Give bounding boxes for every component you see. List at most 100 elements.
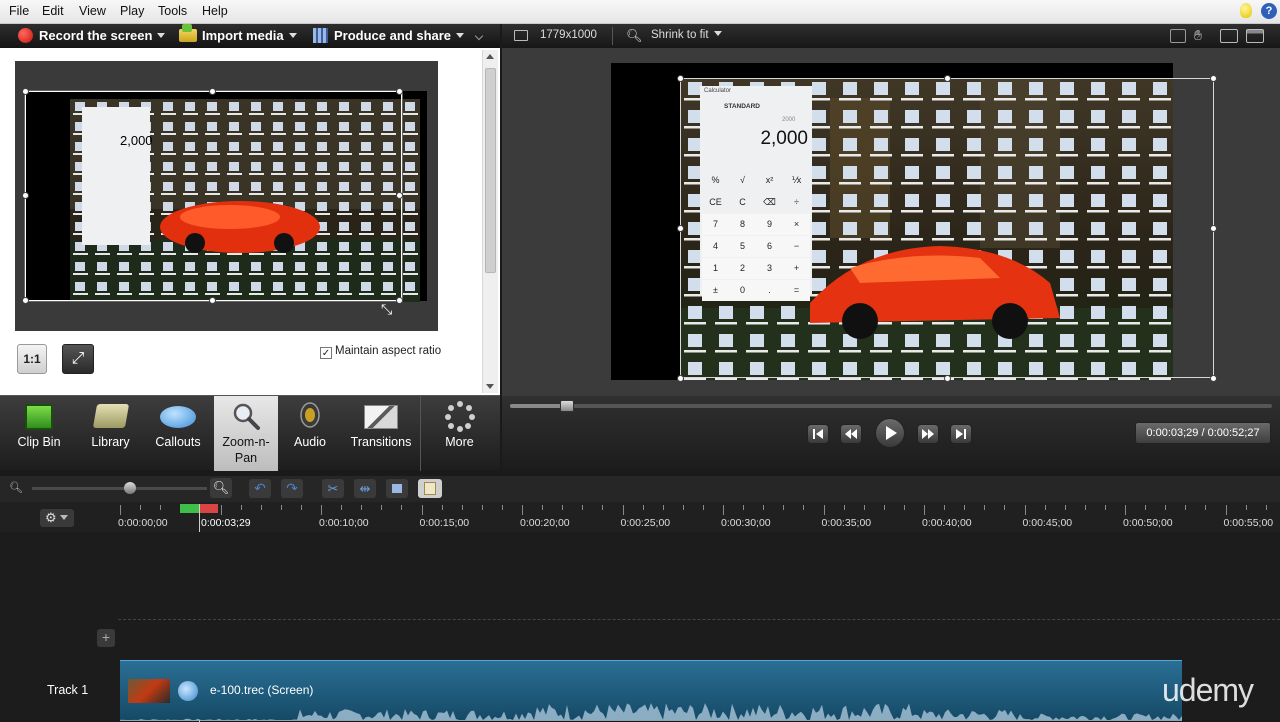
menu-file[interactable]: File [9,4,29,18]
resize-handle[interactable] [209,297,216,304]
ruler-tick-mark [280,505,282,510]
canvas-selection-box[interactable] [680,78,1214,378]
hand-icon[interactable]: ✋︎ [1194,27,1202,44]
canvas-handle[interactable] [677,225,684,232]
ruler-tick-mark [622,505,624,515]
tab-transitions[interactable]: Transitions [342,396,420,471]
import-label: Import media [202,28,284,43]
zoom-selection-box[interactable] [25,91,402,301]
chevron-down-icon [456,33,465,38]
split-icon[interactable]: ⇹ [354,479,376,498]
canvas-handle[interactable] [944,375,951,382]
tab-more[interactable]: More [420,396,498,471]
menu-help[interactable]: Help [202,4,228,18]
resize-handle[interactable] [396,192,403,199]
resize-handle[interactable] [396,297,403,304]
preview-canvas[interactable]: Calculator STANDARD 2000 2,000 % √ x² ⅟x CE C… [502,48,1280,396]
zoom-out-icon[interactable]: 🔍︎ [9,481,23,494]
canvas-handle[interactable] [944,75,951,82]
copy-icon[interactable] [386,479,408,498]
skip-end-button[interactable] [950,424,972,444]
ruler-tick-mark [723,505,724,515]
ruler-tick-label: 0:00:15;00 [419,517,470,529]
folder-icon [179,24,197,42]
search-icon: 🔍︎ [626,28,643,43]
menu-play[interactable]: Play [120,4,144,18]
tab-audio[interactable]: Audio [278,396,342,471]
folder-icon [92,404,129,428]
import-media-button[interactable]: Import media [179,24,297,45]
cut-icon[interactable]: ✂ [322,479,344,498]
maintain-aspect-checkbox[interactable]: ✓ [320,347,332,359]
ruler-tick-mark [481,505,483,510]
timeline-zoom-slider[interactable] [32,487,207,490]
ruler-tick-mark [964,505,966,510]
menu-view[interactable]: View [79,4,106,18]
tab-zoom-n-pan[interactable]: Zoom-n-Pan [214,396,278,471]
tool-tabs: Clip Bin Library Callouts Zoom-n-Pan Aud… [0,395,500,471]
playback-scrubber[interactable] [560,400,575,412]
zoom-1to1-button[interactable]: 1:1 [17,344,47,374]
add-track-icon[interactable]: + [97,629,115,647]
redo-icon[interactable]: ↷ [281,479,303,498]
zoom-slider-thumb[interactable] [124,482,136,494]
dots-icon [443,399,477,433]
ruler-tick-label: 0:00:25;00 [620,517,671,529]
preview-toolbar: 1779x1000 🔍︎ Shrink to fit ✋︎ [502,24,1280,48]
canvas-handle[interactable] [677,375,684,382]
ruler-tick-mark [803,505,805,510]
canvas-handle[interactable] [1210,375,1217,382]
menu-edit[interactable]: Edit [42,4,64,18]
resize-handle[interactable] [396,88,403,95]
maintain-aspect-control[interactable]: ✓ Maintain aspect ratio [320,345,441,359]
canvas-handle[interactable] [677,75,684,82]
canvas-handle[interactable] [1210,75,1217,82]
produce-share-button[interactable]: Produce and share [313,27,465,45]
fullscreen-zoom-button[interactable]: ⤢ [62,344,94,374]
track-header: Track 1 [0,660,118,720]
undo-icon[interactable]: ↶ [249,479,271,498]
skip-start-button[interactable] [807,424,829,444]
resize-handle[interactable] [22,88,29,95]
help-icon[interactable]: ? [1261,3,1277,19]
fast-forward-button[interactable] [917,424,939,444]
resize-handle[interactable] [209,88,216,95]
udemy-watermark: udemy [1162,672,1254,708]
ruler-tick-mark [1064,505,1066,510]
speech-bubble-icon [160,406,196,428]
tab-clip-bin[interactable]: Clip Bin [0,396,78,471]
ruler-tick-mark [1125,505,1126,515]
ruler-tick-mark [1024,505,1026,515]
crop-icon[interactable] [1170,29,1186,43]
timeline-clip[interactable]: e-100.trec (Screen) [120,660,1182,721]
track-separator [118,619,1280,620]
ruler-tick-mark [863,505,865,510]
zoom-in-icon[interactable]: 🔍︎ [210,478,232,498]
playback-progress-track[interactable] [510,400,1272,412]
fullscreen-preview-icon[interactable] [1246,29,1264,43]
ruler-tick-mark [300,505,302,510]
lightbulb-icon[interactable] [1240,3,1252,18]
menu-tools[interactable]: Tools [158,4,187,18]
play-button[interactable] [875,418,905,448]
detach-preview-icon[interactable] [1220,29,1238,43]
paste-icon[interactable] [418,479,442,498]
ruler-tick-label: 0:00:55;00 [1223,517,1274,529]
timeline-toolbar: 🔍︎ 🔍︎ ↶ ↷ ✂ ⇹ [0,476,1280,502]
shrink-to-fit-dropdown[interactable]: Shrink to fit [651,29,722,41]
rewind-button[interactable] [840,424,862,444]
ruler-tick-mark [441,505,443,510]
ruler-tick-mark [924,505,925,515]
left-panel-scrollbar[interactable] [482,50,498,393]
dimensions-label[interactable]: 1779x1000 [540,29,597,41]
zoom-preview-area[interactable]: 2,000 ⤡ [15,61,438,331]
canvas-handle[interactable] [1210,225,1217,232]
resize-handle[interactable] [22,192,29,199]
timeline-ruler[interactable]: ⚙ 0:00:00;00 0:00:10;00 0:00:15;00 0:00:20;… [0,502,1280,722]
resize-handle[interactable] [22,297,29,304]
tab-callouts[interactable]: Callouts [143,396,213,471]
record-screen-button[interactable]: Record the screen [18,27,166,45]
ruler-tick-mark [381,505,383,510]
tab-library[interactable]: Library [78,396,143,471]
toolbar-overflow-icon[interactable] [474,31,484,41]
